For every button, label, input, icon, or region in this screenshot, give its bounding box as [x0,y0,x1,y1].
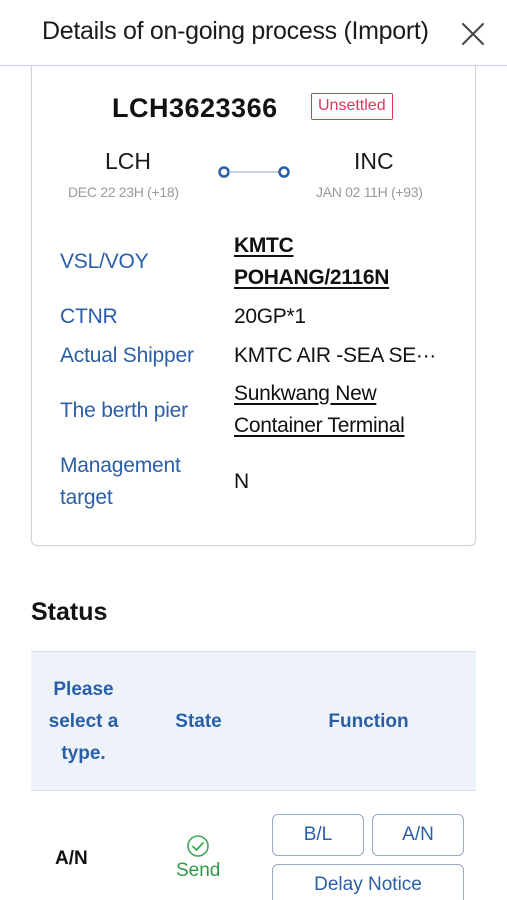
header-bar: Details of on-going process (Import) [0,0,507,66]
pod-code: INC [354,148,394,174]
shipment-card: LCH3623366 Unsettled LCH DEC 22 23H (+18… [31,66,476,546]
status-title: Status [31,598,108,626]
shipper-label: Actual Shipper [60,344,194,367]
pol-eta: DEC 22 23H (+18) [68,184,179,200]
function-header: Function [328,711,409,732]
state-header: State [175,711,222,732]
type-header-line3: type. [61,743,106,764]
mgmt-value: N [234,470,249,493]
status-table-header: Please select a type. State Function [31,651,476,791]
vsl-voy-label: VSL/VOY [60,250,149,273]
bl-button[interactable]: B/L [272,814,364,856]
berth-label: The berth pier [60,399,188,422]
type-header-line2: select a [48,711,119,732]
row-type: A/N [55,848,88,869]
status-badge: Unsettled [311,93,393,120]
page-title: Details of on-going process (Import) [42,17,429,45]
delay-notice-button[interactable]: Delay Notice [272,864,464,900]
ctnr-label: CTNR [60,305,118,328]
pol-code: LCH [105,148,152,174]
row-state: Send [176,860,221,881]
ctnr-value: 20GP*1 [234,305,306,328]
shipper-value: KMTC AIR -SEA SE··· [234,344,436,367]
bl-number: LCH3623366 [112,93,278,123]
berth-link-line2[interactable]: Container Terminal [234,410,405,442]
vsl-voy-link-line1[interactable]: KMTC [234,230,294,262]
close-icon[interactable] [459,20,487,48]
route-line-icon [218,166,290,178]
type-header-line1: Please [53,679,114,700]
check-circle-icon [187,835,209,857]
pod-eta: JAN 02 11H (+93) [316,184,423,200]
mgmt-label-line2: target [60,486,113,509]
an-button[interactable]: A/N [372,814,464,856]
mgmt-label-line1: Management [60,454,181,477]
berth-link-line1[interactable]: Sunkwang New [234,378,377,410]
vsl-voy-link-line2[interactable]: POHANG/2116N [234,262,389,294]
